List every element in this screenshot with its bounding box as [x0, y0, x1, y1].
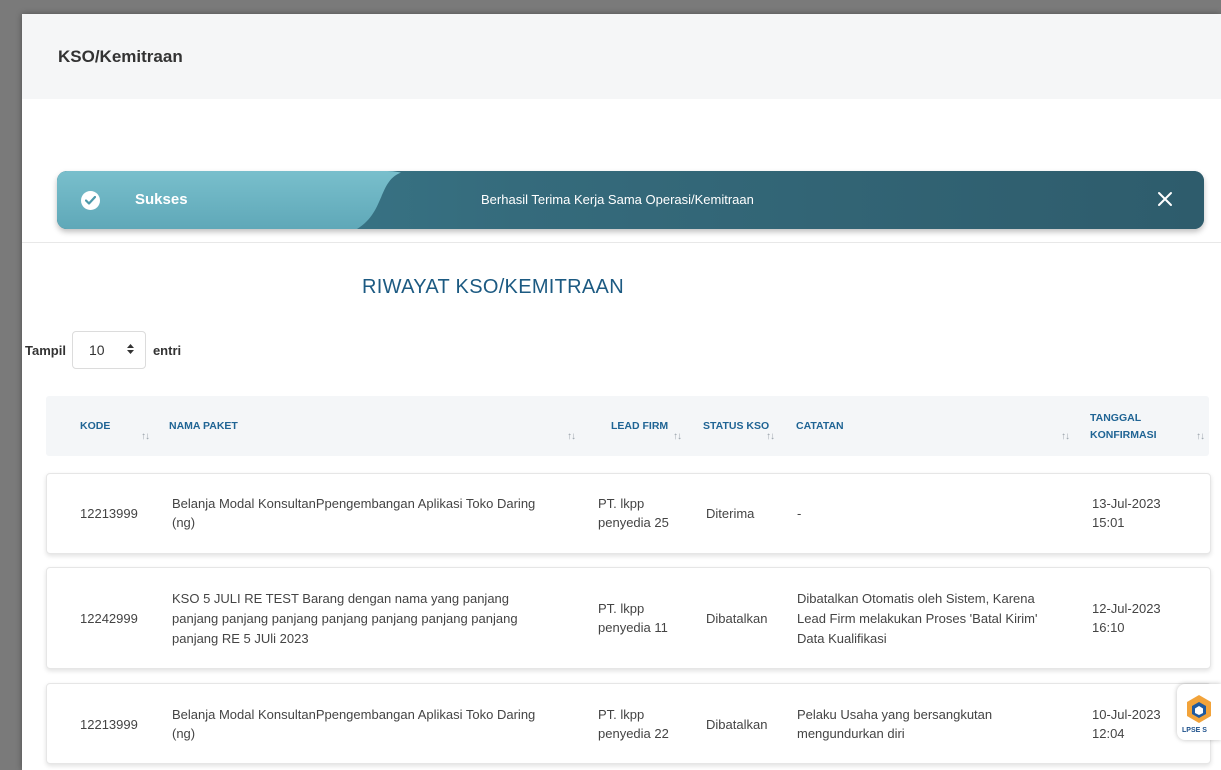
th-nama-paket[interactable]: NAMA PAKET	[169, 420, 238, 432]
lpse-text: LPSE S	[1182, 727, 1207, 734]
cell-lead-firm: penyedia 22	[598, 726, 669, 741]
cell-lead-firm: PT. lkpp	[598, 601, 645, 616]
kso-window: KSO/Kemitraan Sukses Berhasil Terima Ker…	[22, 14, 1221, 770]
select-arrows-icon	[126, 342, 135, 358]
table-row[interactable]: 12213999 Belanja Modal KonsultanPpengemb…	[46, 683, 1211, 764]
cell-nama-paket: KSO 5 JULI RE TEST Barang dengan nama ya…	[172, 591, 510, 606]
cell-kode: 12213999	[80, 717, 138, 732]
cell-jam: 16:10	[1092, 620, 1125, 635]
cell-catatan: Pelaku Usaha yang bersangkutan	[797, 707, 993, 722]
sort-icon[interactable]: ↑↓	[1196, 431, 1205, 442]
cell-nama-paket: (ng)	[172, 726, 196, 741]
cell-status: Diterima	[706, 506, 755, 521]
cell-tanggal: 12-Jul-2023	[1092, 601, 1161, 616]
sort-icon[interactable]: ↑↓	[141, 431, 150, 442]
sort-icon[interactable]: ↑↓	[1061, 431, 1070, 442]
cell-lead-firm: PT. lkpp	[598, 707, 645, 722]
cell-nama-paket: (ng)	[172, 515, 196, 530]
th-tanggal[interactable]: TANGGAL	[1090, 412, 1141, 424]
th-kode[interactable]: KODE	[80, 420, 110, 432]
lpse-logo-icon	[1185, 694, 1213, 729]
cell-lead-firm: PT. lkpp	[598, 496, 645, 511]
cell-jam: 15:01	[1092, 515, 1125, 530]
entries-select-value: 10	[88, 342, 105, 358]
section-title: RIWAYAT KSO/KEMITRAAN	[362, 276, 624, 298]
divider	[22, 242, 1221, 243]
th-konfirmasi[interactable]: KONFIRMASI	[1090, 429, 1157, 441]
entries-length-control: Tampil 10 entri	[25, 331, 181, 369]
cell-status: Dibatalkan	[706, 717, 768, 732]
length-prefix: Tampil	[25, 342, 66, 358]
alert-title: Sukses	[135, 191, 188, 208]
cell-nama-paket: panjang RE 5 JUli 2023	[172, 631, 309, 646]
sort-icon[interactable]: ↑↓	[766, 431, 775, 442]
sort-icon[interactable]: ↑↓	[673, 431, 682, 442]
page-title: KSO/Kemitraan	[58, 46, 183, 66]
sort-icon[interactable]: ↑↓	[567, 431, 576, 442]
cell-kode: 12213999	[80, 506, 138, 521]
table-header: KODE ↑↓ NAMA PAKET ↑↓ LEAD FIRM ↑↓ STATU…	[46, 396, 1209, 456]
cell-lead-firm: penyedia 25	[598, 515, 669, 530]
entries-select[interactable]: 10	[71, 331, 146, 369]
check-circle-icon	[81, 191, 100, 210]
lpse-badge[interactable]: LPSE S	[1177, 684, 1221, 740]
cell-catatan: -	[797, 506, 802, 521]
cell-lead-firm: penyedia 11	[598, 620, 668, 635]
cell-status: Dibatalkan	[706, 611, 768, 626]
cell-nama-paket: panjang panjang panjang panjang panjang …	[172, 611, 518, 626]
cell-nama-paket: Belanja Modal KonsultanPpengembangan Apl…	[172, 707, 536, 722]
close-icon[interactable]	[1154, 188, 1176, 210]
table-row[interactable]: 12213999 Belanja Modal KonsultanPpengemb…	[46, 473, 1211, 554]
cell-nama-paket: Belanja Modal KonsultanPpengembangan Apl…	[172, 496, 536, 511]
alert-message: Berhasil Terima Kerja Sama Operasi/Kemit…	[481, 192, 754, 207]
cell-tanggal: 10-Jul-2023	[1092, 707, 1161, 722]
th-lead-firm[interactable]: LEAD FIRM	[611, 420, 668, 432]
th-status-kso[interactable]: STATUS KSO	[703, 420, 769, 432]
cell-jam: 12:04	[1092, 726, 1125, 741]
success-alert: Sukses Berhasil Terima Kerja Sama Operas…	[57, 171, 1204, 229]
cell-catatan: Data Kualifikasi	[797, 631, 887, 646]
cell-catatan: Lead Firm melakukan Proses 'Batal Kirim'	[797, 611, 1038, 626]
cell-catatan: Dibatalkan Otomatis oleh Sistem, Karena	[797, 591, 1035, 606]
length-suffix: entri	[152, 342, 182, 358]
table-row[interactable]: 12242999 KSO 5 JULI RE TEST Barang denga…	[46, 567, 1211, 669]
cell-kode: 12242999	[80, 611, 138, 626]
th-catatan[interactable]: CATATAN	[796, 420, 844, 432]
page-header: KSO/Kemitraan	[22, 14, 1221, 99]
cell-catatan: mengundurkan diri	[797, 726, 905, 741]
cell-tanggal: 13-Jul-2023	[1092, 496, 1161, 511]
